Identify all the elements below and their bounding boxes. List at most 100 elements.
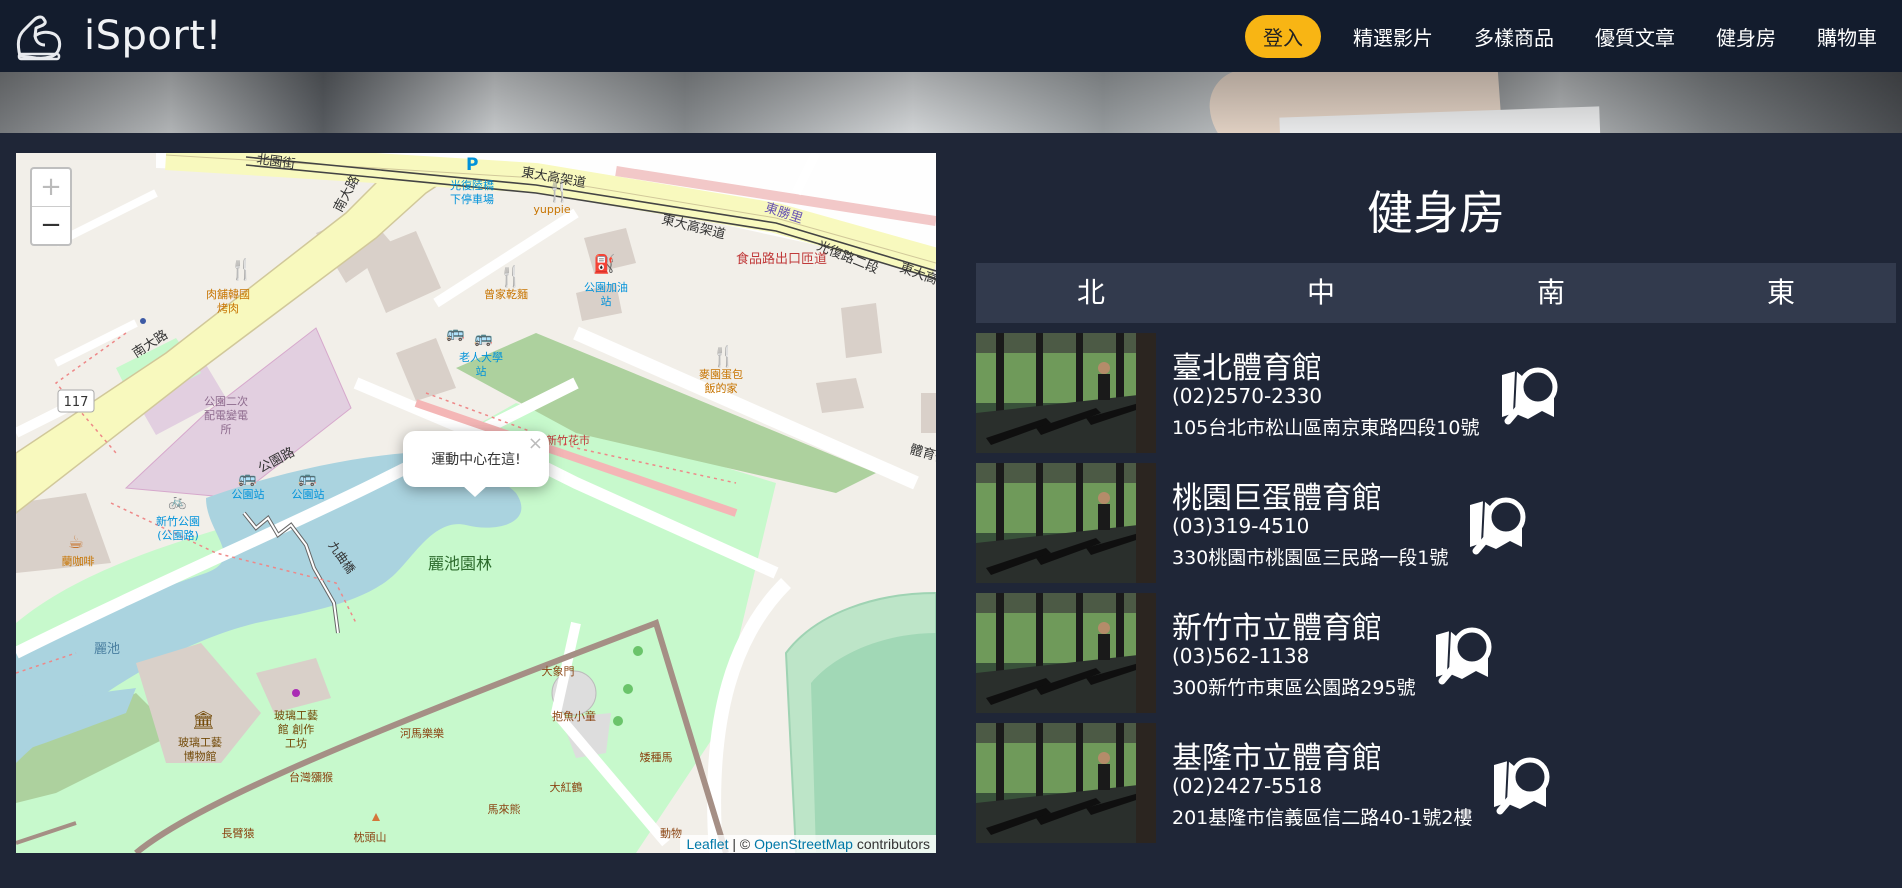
svg-text:配電變電: 配電變電	[204, 408, 248, 422]
map-attribution: Leaflet | © OpenStreetMap contributors	[680, 835, 936, 853]
svg-text:玻璃工藝: 玻璃工藝	[274, 708, 318, 722]
nav-cart[interactable]: 購物車	[1817, 22, 1877, 51]
gym-item: 桃園巨蛋體育館 (03)319-4510 330桃園市桃園區三民路一段1號	[976, 463, 1896, 583]
map-tiles[interactable]: 🍴 🍴 🍴 🍴 P ⛽ 🚌 🚌 🚌 🚌 🚲 ☕ 🏛 117 北園街 東大高架道 …	[16, 153, 936, 853]
svg-text:麗池: 麗池	[94, 642, 120, 657]
svg-text:站: 站	[601, 294, 612, 308]
nav-menu: 登入 精選影片 多樣商品 優質文章 健身房 購物車	[1245, 0, 1902, 72]
popup-text: 運動中心在這!	[431, 452, 521, 468]
svg-text:館 創作: 館 創作	[278, 722, 315, 736]
svg-text:🚌: 🚌	[238, 469, 257, 487]
gym-phone: (02)2427-5518	[1172, 774, 1323, 798]
svg-text:蘭咖啡: 蘭咖啡	[62, 554, 95, 568]
svg-text:麗池園林: 麗池園林	[428, 554, 492, 573]
svg-text:🍴: 🍴	[711, 344, 736, 368]
svg-text:(公園路): (公園路)	[157, 529, 199, 542]
region-tabs: 北 中 南 東	[976, 263, 1896, 323]
map-search-icon[interactable]	[1468, 489, 1534, 557]
svg-text:光復陸橋: 光復陸橋	[450, 178, 494, 192]
svg-text:食品路出口匝道: 食品路出口匝道	[736, 251, 827, 267]
top-navbar: iSport! 登入 精選影片 多樣商品 優質文章 健身房 購物車	[0, 0, 1902, 72]
tab-east[interactable]: 東	[1666, 263, 1896, 323]
svg-text:公園二次: 公園二次	[204, 394, 248, 408]
route-number: 117	[64, 395, 89, 410]
svg-text:動物: 動物	[660, 826, 682, 840]
svg-text:曾家乾麵: 曾家乾麵	[484, 287, 528, 301]
svg-text:公園站: 公園站	[232, 487, 265, 501]
svg-text:老人大學: 老人大學	[459, 350, 503, 364]
gym-name: 新竹市立體育館	[1172, 611, 1382, 646]
svg-text:大紅鶴: 大紅鶴	[550, 780, 583, 794]
flexed-arm-icon	[16, 15, 62, 61]
svg-text:⛽: ⛽	[593, 253, 615, 275]
gym-list: 臺北體育館 (02)2570-2330 105台北市松山區南京東路四段10號 桃…	[976, 333, 1896, 853]
map-zoom-control: + −	[30, 167, 72, 246]
svg-text:yuppie: yuppie	[533, 203, 571, 216]
svg-text:矮種馬: 矮種馬	[640, 750, 673, 764]
zoom-out-button[interactable]: −	[32, 207, 70, 244]
gym-name: 基隆市立體育館	[1172, 741, 1382, 776]
svg-text:🚌: 🚌	[446, 324, 465, 342]
nav-products[interactable]: 多樣商品	[1474, 22, 1554, 51]
svg-text:馬來熊: 馬來熊	[488, 802, 521, 816]
gym-map[interactable]: 🍴 🍴 🍴 🍴 P ⛽ 🚌 🚌 🚌 🚌 🚲 ☕ 🏛 117 北園街 東大高架道 …	[16, 153, 936, 853]
gym-item: 基隆市立體育館 (02)2427-5518 201基隆市信義區信二路40-1號2…	[976, 723, 1896, 843]
svg-text:🏛: 🏛	[192, 710, 215, 731]
gym-address: 330桃園市桃園區三民路一段1號	[1172, 547, 1449, 569]
gym-phone: (02)2570-2330	[1172, 384, 1323, 408]
tab-north[interactable]: 北	[976, 263, 1206, 323]
gym-phone: (03)319-4510	[1172, 514, 1310, 538]
svg-text:公園加油: 公園加油	[584, 280, 628, 294]
hero-banner	[0, 72, 1902, 133]
svg-text:河馬樂樂: 河馬樂樂	[400, 726, 444, 740]
map-search-icon[interactable]	[1492, 749, 1558, 817]
svg-text:玻璃工藝: 玻璃工藝	[178, 735, 222, 749]
map-search-icon[interactable]	[1434, 619, 1500, 687]
svg-text:🍴: 🍴	[229, 257, 254, 281]
gym-item: 臺北體育館 (02)2570-2330 105台北市松山區南京東路四段10號	[976, 333, 1896, 453]
svg-text:站: 站	[476, 364, 487, 378]
svg-text:長臂猿: 長臂猿	[222, 826, 255, 840]
leaflet-link[interactable]: Leaflet	[686, 836, 728, 852]
svg-text:博物館: 博物館	[184, 749, 217, 763]
zoom-in-button[interactable]: +	[32, 169, 70, 207]
section-title: 健身房	[1367, 186, 1505, 240]
brand[interactable]: iSport!	[14, 10, 222, 62]
svg-text:下停車場: 下停車場	[450, 192, 494, 206]
nav-videos[interactable]: 精選影片	[1353, 22, 1433, 51]
gym-name: 臺北體育館	[1172, 351, 1322, 386]
login-button[interactable]: 登入	[1245, 14, 1321, 58]
gym-photo	[976, 593, 1156, 713]
gym-item: 新竹市立體育館 (03)562-1138 300新竹市東區公園路295號	[976, 593, 1896, 713]
svg-text:新竹花市: 新竹花市	[546, 433, 590, 447]
svg-text:☕: ☕	[68, 532, 84, 553]
svg-text:大象門: 大象門	[542, 664, 575, 678]
svg-text:枕頭山: 枕頭山	[354, 830, 387, 844]
svg-text:飯的家: 飯的家	[705, 381, 738, 395]
svg-text:工坊: 工坊	[285, 736, 307, 750]
map-popup: × 運動中心在這!	[403, 431, 549, 497]
svg-text:肉舖韓國: 肉舖韓國	[206, 287, 250, 301]
nav-gym[interactable]: 健身房	[1716, 22, 1776, 51]
svg-text:烤肉: 烤肉	[217, 301, 239, 315]
tab-south[interactable]: 南	[1436, 263, 1666, 323]
svg-text:公園站: 公園站	[292, 487, 325, 501]
tab-central[interactable]: 中	[1206, 263, 1436, 323]
svg-text:P: P	[466, 155, 478, 175]
gym-photo	[976, 723, 1156, 843]
svg-text:🚌: 🚌	[298, 469, 317, 487]
osm-link[interactable]: OpenStreetMap	[754, 836, 853, 852]
svg-text:🚲: 🚲	[168, 492, 187, 510]
gym-address: 300新竹市東區公園路295號	[1172, 677, 1416, 699]
svg-text:新竹公園: 新竹公園	[156, 514, 200, 528]
brand-name: iSport!	[84, 13, 223, 59]
nav-articles[interactable]: 優質文章	[1595, 22, 1675, 51]
svg-text:所: 所	[221, 423, 232, 436]
gym-address: 105台北市松山區南京東路四段10號	[1172, 417, 1480, 439]
svg-text:麥園蛋包: 麥園蛋包	[699, 368, 743, 381]
gym-photo	[976, 463, 1156, 583]
svg-text:台灣獼猴: 台灣獼猴	[289, 770, 333, 784]
gym-name: 桃園巨蛋體育館	[1172, 481, 1382, 516]
svg-text:抱魚小童: 抱魚小童	[552, 709, 596, 723]
map-search-icon[interactable]	[1500, 359, 1566, 427]
